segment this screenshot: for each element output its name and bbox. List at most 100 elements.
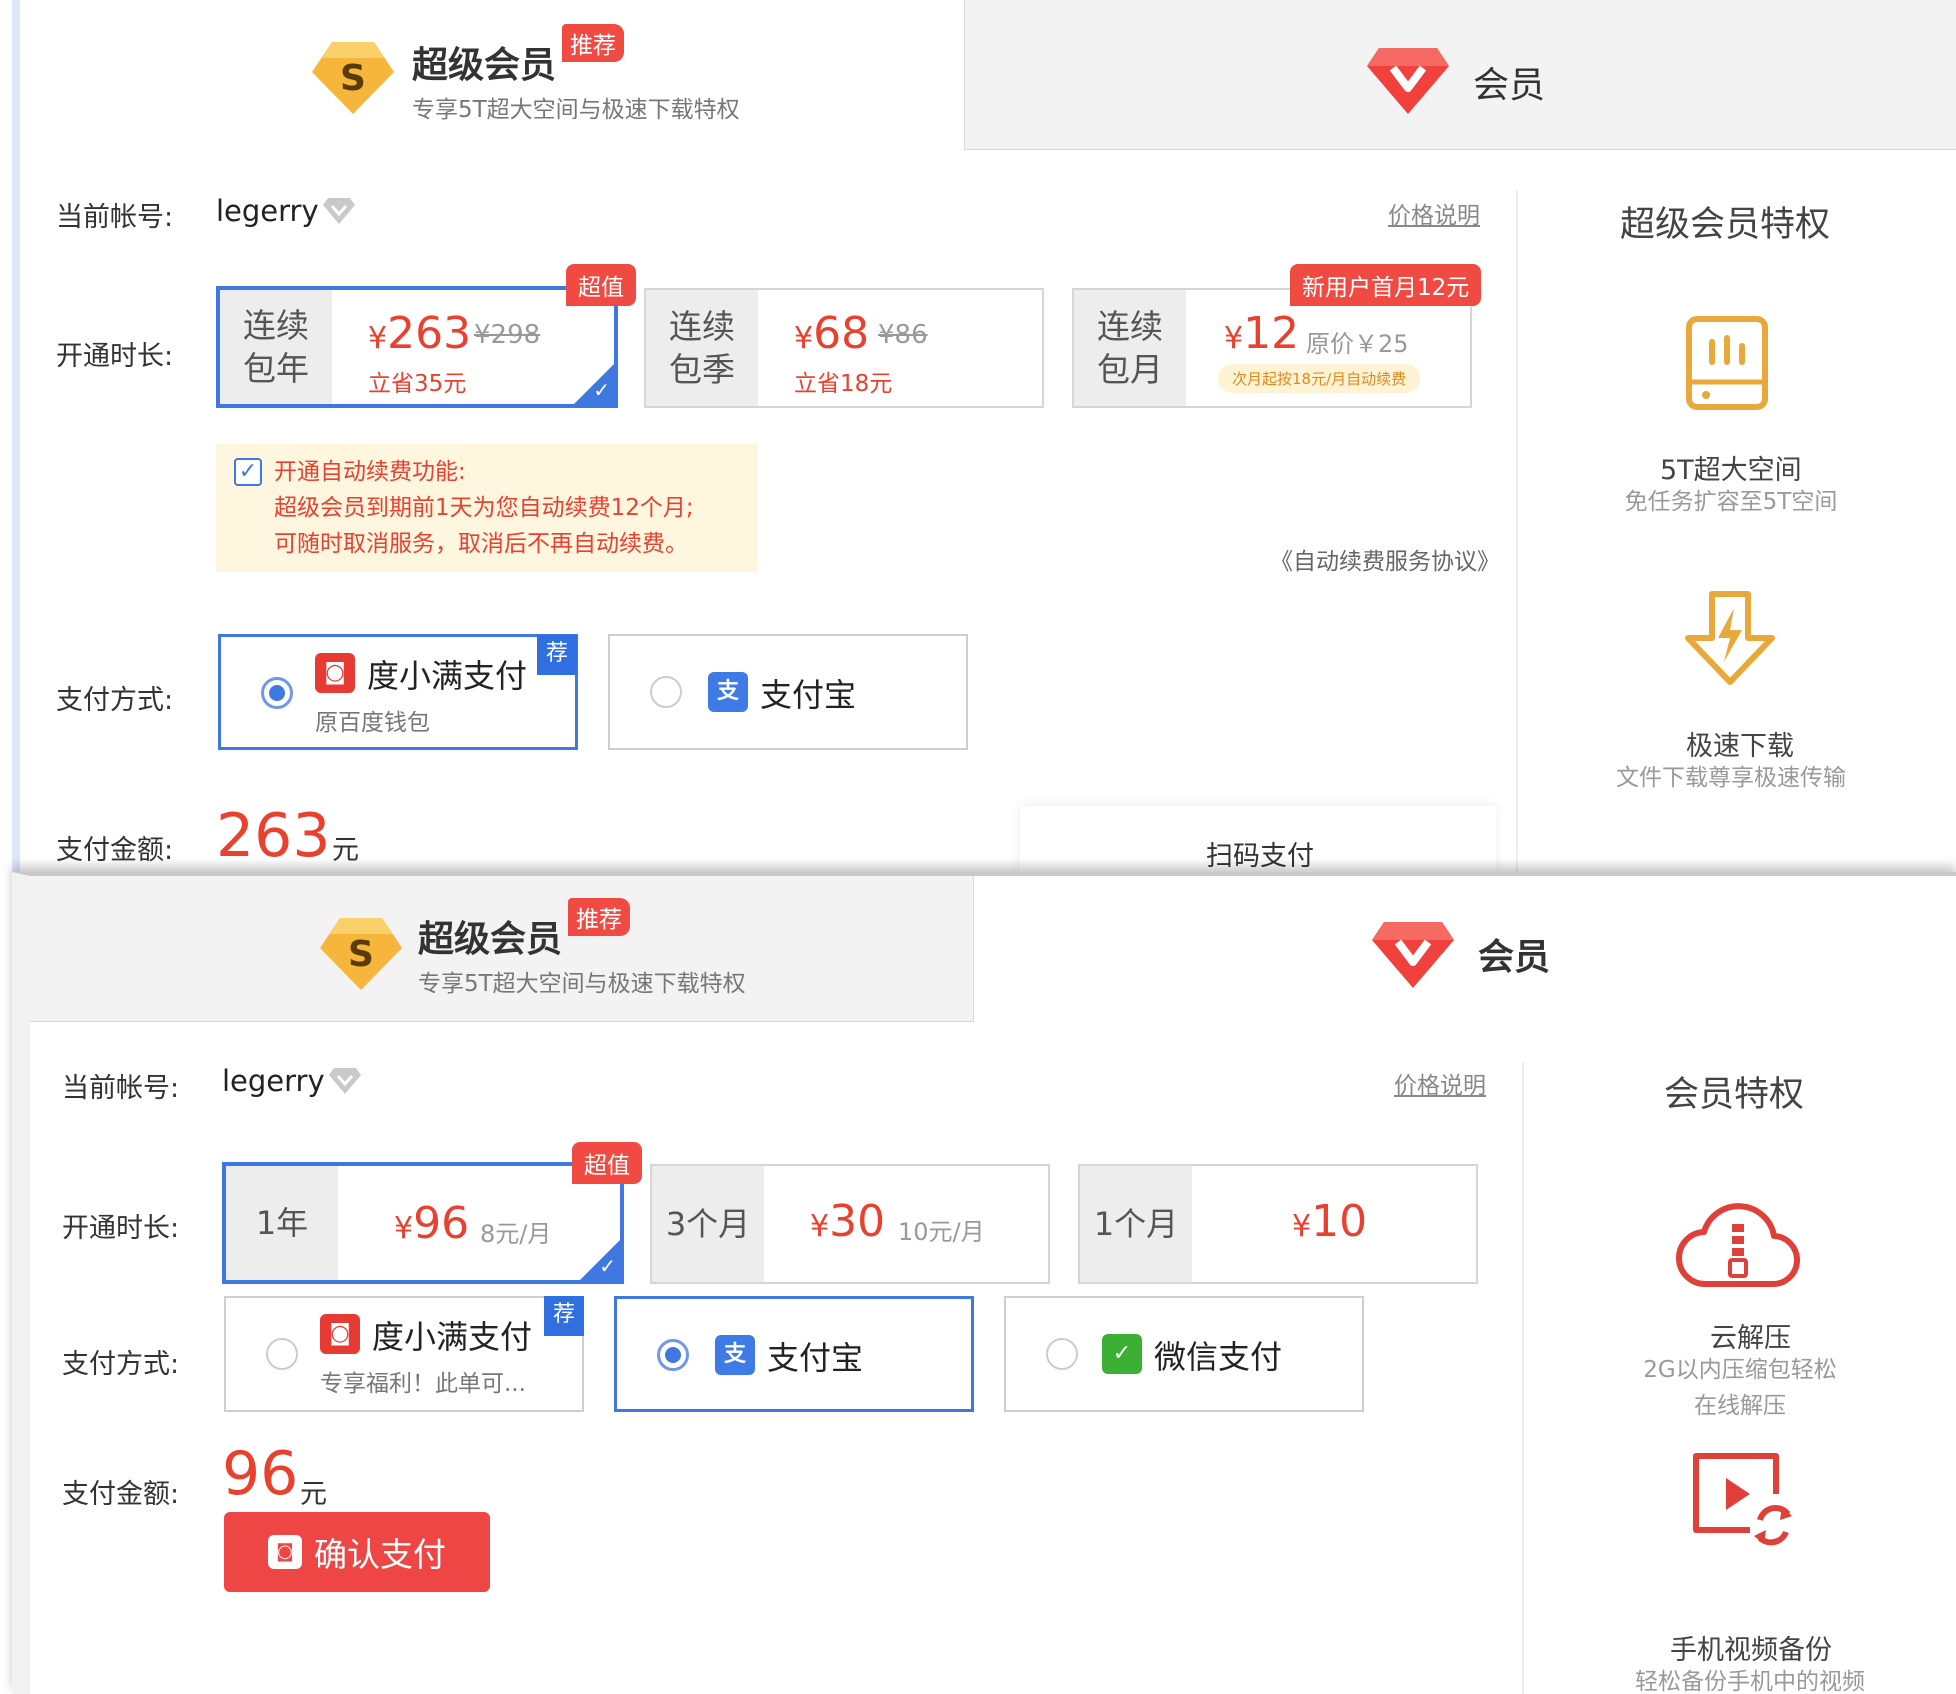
plan-card-1month[interactable]: 1个月 ¥10 xyxy=(1078,1164,1478,1284)
panel-divider xyxy=(1522,1062,1524,1694)
tab-super-member[interactable]: S 超级会员 推荐 专享5T超大空间与极速下载特权 xyxy=(30,876,974,1022)
grey-diamond-icon xyxy=(322,196,356,226)
plan-period: 连续 包月 xyxy=(1074,290,1186,406)
amount-unit: 元 xyxy=(300,1479,327,1510)
auto-renew-checkbox[interactable]: ✓ xyxy=(234,458,262,486)
price-explain-link[interactable]: 价格说明 xyxy=(1394,1066,1486,1100)
plan-per-month: 10元/月 xyxy=(898,1218,985,1246)
duration-label: 开通时长: xyxy=(56,341,174,372)
payment-sub: 专享福利！此单可... xyxy=(320,1371,526,1397)
auto-renew-notice: ✓ 开通自动续费功能: 超级会员到期前1天为您自动续费12个月; 可随时取消服务… xyxy=(216,444,758,572)
plan-original-price: ¥298 xyxy=(474,320,541,350)
payment-duxiaoman[interactable]: ◙ 度小满支付 专享福利！此单可... 荐 xyxy=(224,1296,584,1412)
alipay-icon: 支 xyxy=(715,1335,755,1375)
svg-text:S: S xyxy=(348,934,374,975)
feature-desc: 免任务扩容至5T空间 xyxy=(1624,489,1838,515)
duxiaoman-wallet-icon: ◙ xyxy=(315,653,355,693)
payment-alipay[interactable]: 支 支付宝 xyxy=(608,634,968,750)
amount-value: 96 xyxy=(222,1439,299,1509)
tab-member-title: 会员 xyxy=(1478,937,1551,978)
feature-desc: 2G以内压缩包轻松 在线解压 xyxy=(1643,1357,1837,1419)
plan-saving: 立省35元 xyxy=(368,371,467,397)
payment-name: 微信支付 xyxy=(1154,1338,1283,1376)
plan-per-month: 8元/月 xyxy=(480,1220,552,1248)
account-label: 当前帐号: xyxy=(56,202,174,233)
confirm-pay-button[interactable]: ◙ 确认支付 xyxy=(224,1512,490,1592)
payment-wechat[interactable]: ✓ 微信支付 xyxy=(1004,1296,1364,1412)
video-backup-icon xyxy=(1690,1450,1794,1546)
payment-radio[interactable] xyxy=(650,676,682,708)
plan-card-yearly[interactable]: 连续 包年 ¥263 ¥298 立省35元 ✓ xyxy=(216,286,618,408)
plan-original-price: ¥86 xyxy=(878,320,928,350)
alipay-icon: 支 xyxy=(708,672,748,712)
super-member-panel: S 超级会员 推荐 专享5T超大空间与极速下载特权 会员 当前帐号: leger… xyxy=(12,0,1956,872)
feature-desc: 轻松备份手机中的视频 xyxy=(1635,1669,1865,1694)
payment-radio[interactable] xyxy=(1046,1338,1078,1370)
plan-badge-value: 超值 xyxy=(572,1142,642,1184)
plan-card-3months[interactable]: 3个月 ¥30 10元/月 xyxy=(650,1164,1050,1284)
feature-desc: 文件下载尊享极速传输 xyxy=(1616,765,1846,791)
member-v-diamond-icon xyxy=(1370,920,1456,990)
payment-name: 支付宝 xyxy=(760,676,857,714)
auto-renew-title: 开通自动续费功能: xyxy=(274,459,466,485)
payment-label: 支付方式: xyxy=(62,1349,180,1380)
payment-radio[interactable] xyxy=(261,677,293,709)
auto-renew-line2: 可随时取消服务，取消后不再自动续费。 xyxy=(274,531,688,557)
payment-recommend-badge: 荐 xyxy=(537,635,577,675)
privileges-title: 会员特权 xyxy=(1664,1075,1805,1115)
scan-pay-panel: 扫码支付 xyxy=(1020,806,1496,872)
super-member-s-icon: S xyxy=(318,914,404,994)
payment-radio[interactable] xyxy=(266,1338,298,1370)
payment-sub: 原百度钱包 xyxy=(315,710,430,736)
wechat-pay-icon: ✓ xyxy=(1102,1334,1142,1374)
plan-period: 1年 xyxy=(226,1166,338,1280)
feature-name: 云解压 xyxy=(1710,1323,1791,1354)
account-label: 当前帐号: xyxy=(62,1073,180,1104)
amount-label: 支付金额: xyxy=(56,835,174,866)
plan-card-monthly[interactable]: 连续 包月 ¥12 原价￥25 次月起按18元/月自动续费 xyxy=(1072,288,1472,408)
feature-name: 手机视频备份 xyxy=(1670,1635,1832,1666)
payment-duxiaoman[interactable]: ◙ 度小满支付 原百度钱包 荐 xyxy=(218,634,578,750)
tab-member[interactable]: 会员 xyxy=(964,0,1956,150)
privileges-title: 超级会员特权 xyxy=(1620,205,1831,245)
plan-card-1year[interactable]: 1年 ¥96 8元/月 ✓ xyxy=(222,1162,624,1284)
plan-saving: 立省18元 xyxy=(794,371,893,397)
recommend-badge: 推荐 xyxy=(562,24,624,62)
plan-period: 连续 包年 xyxy=(220,290,332,404)
auto-renew-agreement-link[interactable]: 《自动续费服务协议》 xyxy=(1270,542,1500,576)
plan-price: ¥10 xyxy=(1292,1196,1368,1247)
fast-download-icon xyxy=(1682,590,1778,686)
check-icon: ✓ xyxy=(593,378,610,402)
svg-text:S: S xyxy=(340,58,366,99)
payment-radio[interactable] xyxy=(657,1339,689,1371)
plan-card-quarterly[interactable]: 连续 包季 ¥68 ¥86 立省18元 xyxy=(644,288,1044,408)
username: legerry xyxy=(222,1064,325,1098)
plan-period: 连续 包季 xyxy=(646,290,758,406)
plan-price: ¥12 xyxy=(1224,308,1300,359)
plan-price: ¥263 xyxy=(368,308,472,359)
amount-label: 支付金额: xyxy=(62,1479,180,1510)
duration-label: 开通时长: xyxy=(62,1213,180,1244)
grey-diamond-icon xyxy=(328,1066,362,1096)
price-explain-link[interactable]: 价格说明 xyxy=(1388,196,1480,230)
plan-price: ¥30 xyxy=(810,1196,886,1247)
check-icon: ✓ xyxy=(599,1254,616,1278)
amount-value: 263 xyxy=(216,801,331,871)
tab-member[interactable]: 会员 xyxy=(974,876,1956,1022)
member-v-diamond-icon xyxy=(1365,46,1451,116)
plan-original-price: 原价￥25 xyxy=(1306,330,1409,358)
plan-badge-new-user: 新用户首月12元 xyxy=(1290,264,1482,306)
duxiaoman-wallet-icon: ◙ xyxy=(268,1535,302,1569)
plan-period: 3个月 xyxy=(652,1166,764,1282)
username: legerry xyxy=(216,194,319,228)
payment-name: 度小满支付 xyxy=(367,657,528,695)
tab-super-title: 超级会员 xyxy=(418,919,563,960)
tab-super-member[interactable]: S 超级会员 推荐 专享5T超大空间与极速下载特权 xyxy=(20,0,964,150)
scan-pay-label: 扫码支付 xyxy=(1206,841,1314,872)
payment-alipay[interactable]: 支 支付宝 xyxy=(614,1296,974,1412)
feature-name: 5T超大空间 xyxy=(1660,455,1802,486)
confirm-pay-label: 确认支付 xyxy=(314,1535,446,1574)
storage-disk-icon xyxy=(1686,316,1768,410)
plan-period: 1个月 xyxy=(1080,1166,1192,1282)
member-panel: S 超级会员 推荐 专享5T超大空间与极速下载特权 会员 当前帐号: leger… xyxy=(12,872,1956,1694)
